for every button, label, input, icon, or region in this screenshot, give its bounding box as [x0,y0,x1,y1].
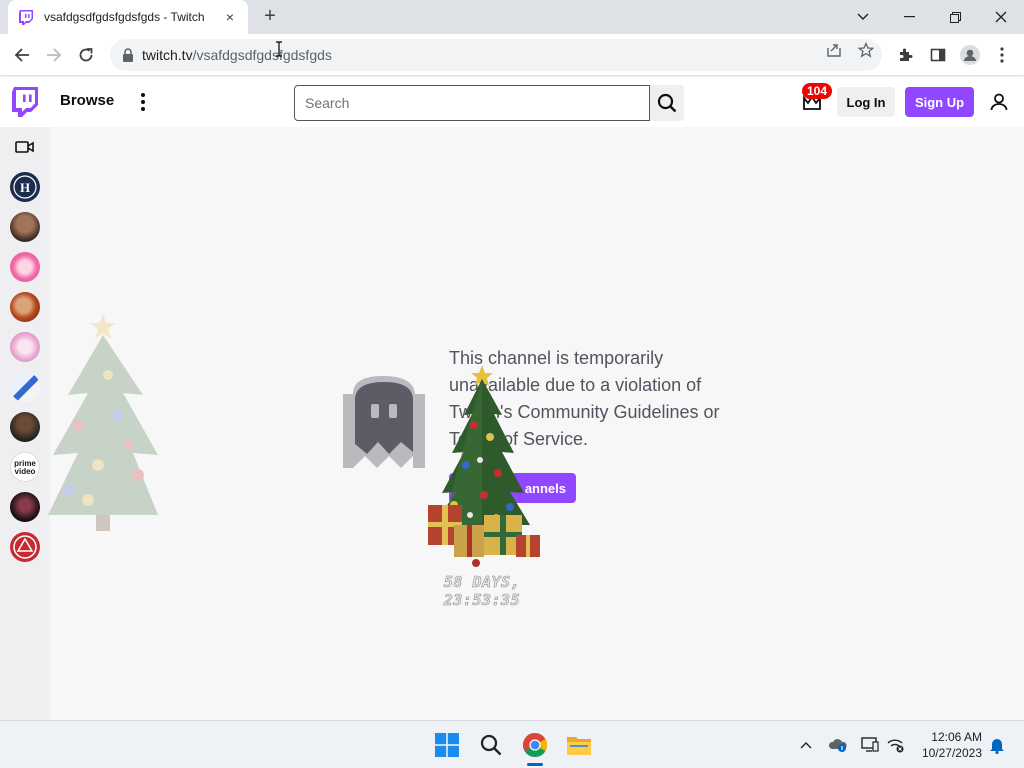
search-input[interactable] [294,85,650,121]
christmas-tree-with-presents-overlay [428,365,540,567]
address-bar[interactable]: twitch.tv/vsafdgsdfgdsfgdsfgds [110,39,882,71]
channel-avatar-9[interactable] [10,492,40,522]
channel-avatar-4[interactable] [10,292,40,322]
more-options-icon[interactable] [136,90,150,114]
prime-label-line2: video [14,467,36,476]
search-icon [657,93,677,113]
search-button[interactable] [650,85,684,121]
share-icon[interactable] [822,38,846,62]
channel-avatar-1[interactable]: H [10,172,40,202]
notification-count-badge: 104 [802,83,833,99]
channel-avatar-2[interactable] [10,212,40,242]
tab-close-icon[interactable]: × [222,9,238,25]
browse-link[interactable]: Browse [60,92,114,109]
system-clock[interactable]: 12:06 AM 10/27/2023 [914,729,982,761]
restore-icon[interactable] [932,0,978,34]
file-explorer-icon[interactable] [565,731,593,759]
channel-avatar-5[interactable] [10,332,40,362]
user-menu-icon[interactable] [988,91,1010,113]
profile-icon[interactable] [958,43,982,67]
clock-date: 10/27/2023 [921,746,982,760]
christmas-tree-decoration-faded [48,313,158,531]
twitch-logo-icon[interactable] [12,87,38,117]
url-host: twitch.tv [142,47,193,63]
video-camera-icon [15,141,34,153]
sign-up-button[interactable]: Sign Up [905,87,974,117]
browser-toolbar: twitch.tv/vsafdgsdfgdsfgdsfgds [0,34,1024,76]
network-icon[interactable] [886,735,906,755]
channel-avatar-6[interactable] [10,372,40,402]
windows-start-icon[interactable] [433,731,461,759]
side-panel-icon[interactable] [926,43,950,67]
back-icon[interactable] [10,43,34,67]
star-icon[interactable] [854,38,878,62]
new-tab-button[interactable]: + [258,5,282,29]
lock-icon [123,48,133,62]
onedrive-icon[interactable] [828,735,848,755]
reload-icon[interactable] [74,43,98,67]
chevron-down-icon[interactable] [840,0,886,34]
chevron-up-icon[interactable] [796,735,816,755]
svg-text:H: H [20,180,30,195]
active-app-indicator [527,763,543,766]
extensions-icon[interactable] [894,43,918,67]
minimize-icon[interactable] [886,0,932,34]
twitch-top-nav: Browse 104 Log In Sign Up [0,77,1024,127]
clock-time: 12:06 AM [931,730,982,744]
url-path: /vsafdgsdfgdsfgdsfgds [192,47,332,63]
chrome-icon[interactable] [521,731,549,759]
twitch-favicon-icon [18,9,34,25]
countdown-timer: 58 DAYS, 23:53:35 [443,573,521,610]
notification-bell-icon[interactable] [987,735,1007,755]
windows-taskbar: 12:06 AM 10/27/2023 [0,720,1024,768]
search-icon[interactable] [477,731,505,759]
kebab-menu-icon[interactable] [990,43,1014,67]
channel-avatar-8[interactable]: prime video [10,452,40,482]
text-cursor-icon [276,41,282,57]
browser-tab[interactable]: vsafdgsdfgdsfgdsfgds - Twitch × [8,0,248,34]
tab-title: vsafdgsdfgdsfgdsfgds - Twitch [44,10,205,24]
channel-avatar-7[interactable] [10,412,40,442]
channel-avatar-3[interactable] [10,252,40,282]
sad-ghost-icon [343,376,425,468]
close-icon[interactable] [978,0,1024,34]
display-icon[interactable] [860,735,880,755]
log-in-button[interactable]: Log In [837,87,895,117]
browser-tab-strip: vsafdgsdfgdsfgdsfgds - Twitch × + [0,0,1024,34]
channel-avatar-10[interactable] [10,532,40,562]
forward-icon[interactable] [42,43,66,67]
followed-channels-sidebar: H prime video [0,127,50,720]
